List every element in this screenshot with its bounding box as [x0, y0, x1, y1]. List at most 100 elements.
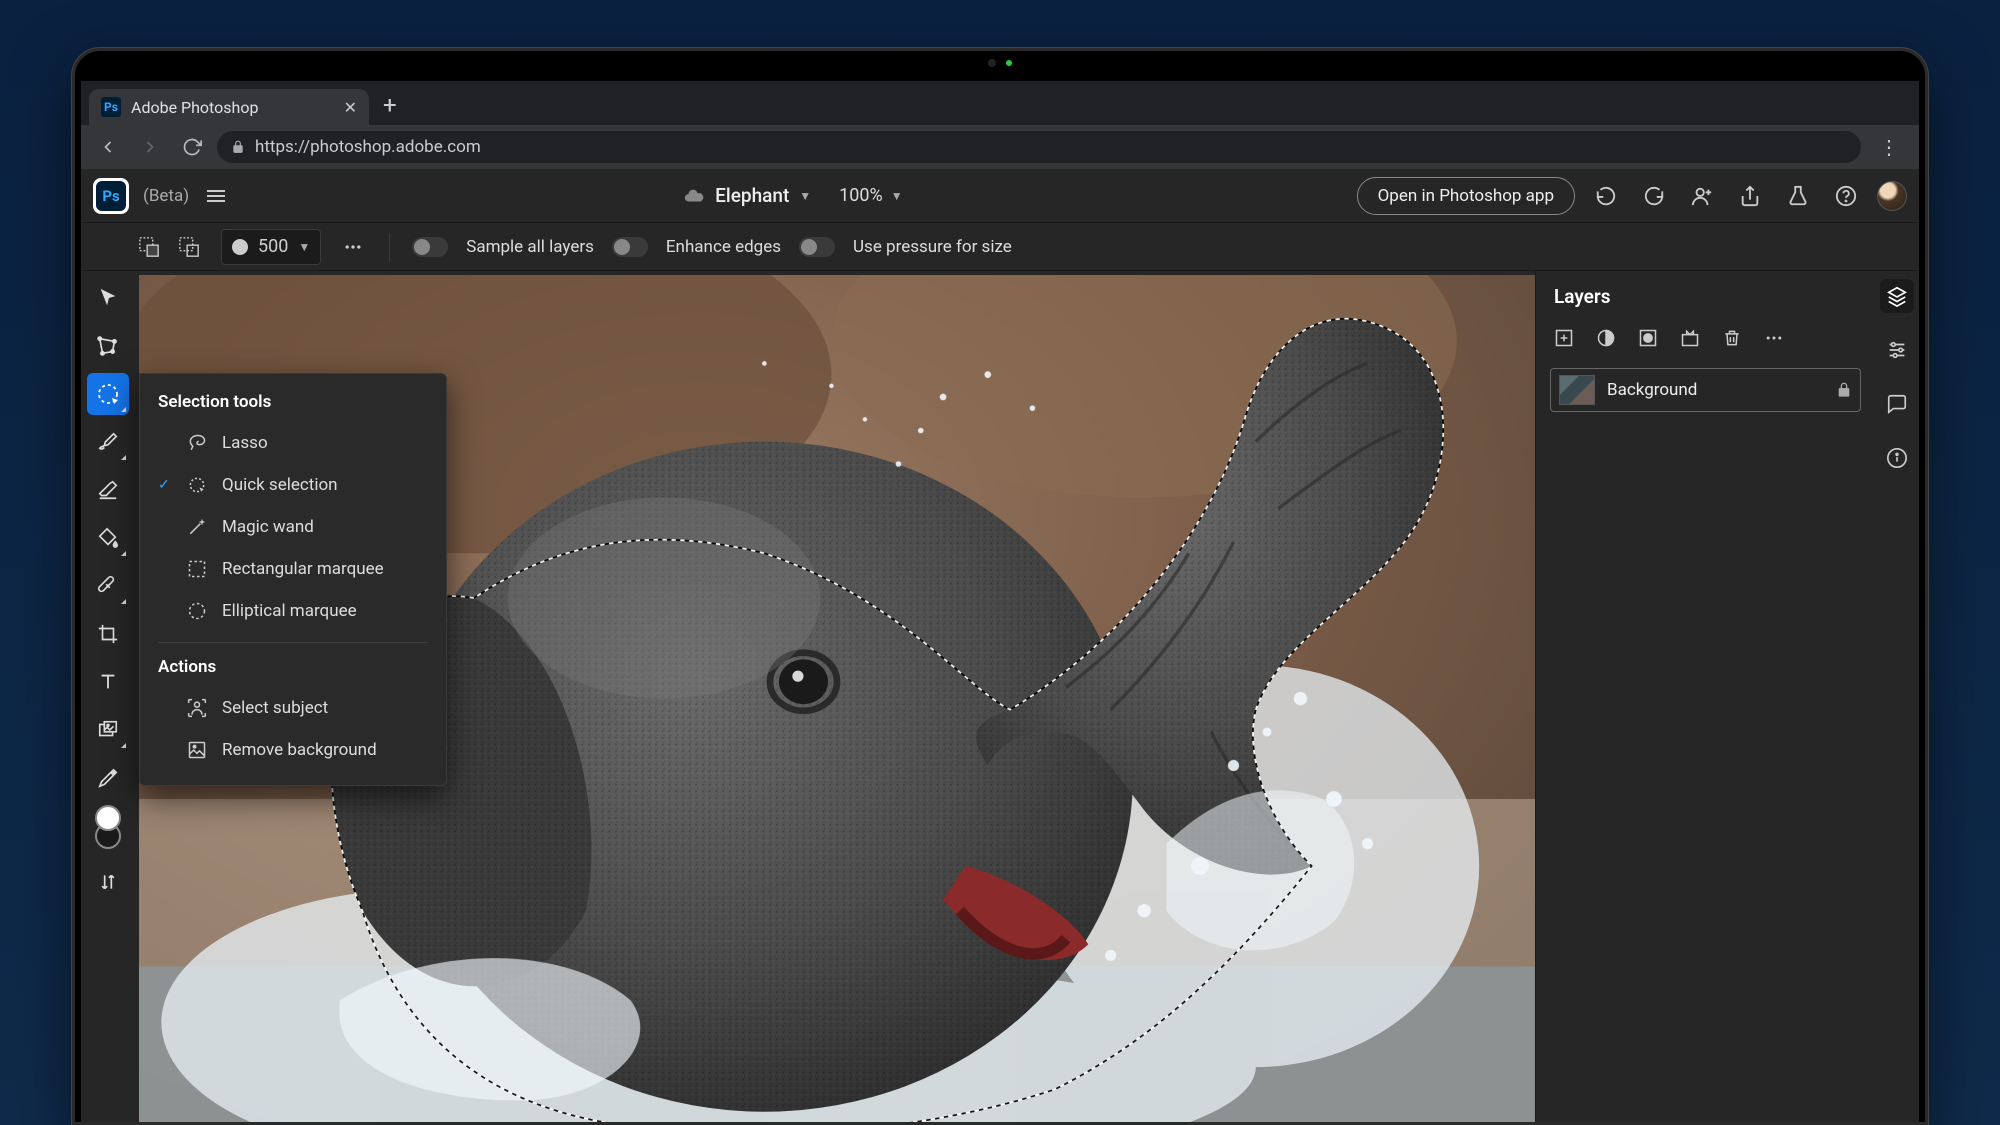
fill-tool[interactable]: [87, 517, 129, 559]
more-icon[interactable]: [1764, 328, 1784, 348]
zoom-dropdown[interactable]: 100% ▼: [839, 185, 902, 206]
place-image-tool[interactable]: [87, 709, 129, 751]
lock-icon[interactable]: [1836, 382, 1852, 398]
layer-item[interactable]: Background: [1550, 368, 1861, 412]
document-name: Elephant: [715, 184, 789, 207]
divider: [389, 233, 390, 261]
selection-tools-flyout: Selection tools Lasso ✓: [139, 373, 447, 786]
camera-bar: [75, 51, 1925, 75]
properties-icon[interactable]: [1880, 333, 1914, 367]
brush-preview-icon: [232, 239, 248, 255]
chevron-down-icon: ▼: [298, 240, 310, 254]
layers-panel-actions: [1536, 322, 1875, 364]
favicon-ps-icon: Ps: [101, 97, 121, 117]
more-options-icon[interactable]: [339, 233, 367, 261]
flyout-action-select-subject[interactable]: Select subject: [140, 687, 446, 729]
brush-tool[interactable]: [87, 421, 129, 463]
crop-tool[interactable]: [87, 613, 129, 655]
layers-icon[interactable]: [1880, 279, 1914, 313]
heal-tool[interactable]: [87, 565, 129, 607]
browser-toolbar: https://photoshop.adobe.com ⋮: [81, 125, 1919, 169]
add-selection-icon[interactable]: [135, 233, 163, 261]
hamburger-menu-icon[interactable]: [203, 183, 229, 209]
app-header: Ps (Beta) Elephant ▼ 100% ▼ Open in Phot…: [81, 169, 1919, 223]
flyout-item-label: Rectangular marquee: [222, 559, 384, 579]
brush-size-value: 500: [258, 236, 288, 257]
photoshop-logo[interactable]: Ps: [93, 178, 129, 214]
enhance-edges-toggle[interactable]: [612, 237, 648, 257]
remove-background-icon: [186, 739, 208, 761]
close-tab-icon[interactable]: ✕: [344, 98, 357, 117]
tool-flyout-indicator-icon: [121, 407, 126, 412]
cloud-icon: [683, 185, 705, 207]
nav-forward-icon[interactable]: [133, 130, 167, 164]
beaker-icon[interactable]: [1781, 179, 1815, 213]
browser-tab[interactable]: Ps Adobe Photoshop ✕: [89, 89, 369, 125]
lock-icon: [231, 140, 245, 154]
flyout-item-magic-wand[interactable]: Magic wand: [140, 506, 446, 548]
new-layer-icon[interactable]: [1554, 328, 1574, 348]
transform-tool[interactable]: [87, 325, 129, 367]
eraser-tool[interactable]: [87, 469, 129, 511]
browser-menu-icon[interactable]: ⋮: [1869, 135, 1909, 159]
info-icon[interactable]: [1880, 441, 1914, 475]
tab-title: Adobe Photoshop: [131, 98, 334, 117]
foreground-color[interactable]: [95, 805, 121, 831]
new-tab-button[interactable]: +: [369, 91, 411, 125]
content-row: Selection tools Lasso ✓: [81, 271, 1919, 1122]
laptop-frame: Ps Adobe Photoshop ✕ + https://photoshop…: [72, 48, 1928, 1125]
use-pressure-toggle[interactable]: [799, 237, 835, 257]
mask-icon[interactable]: [1638, 328, 1658, 348]
use-pressure-label: Use pressure for size: [853, 237, 1012, 257]
help-icon[interactable]: [1829, 179, 1863, 213]
flyout-item-rectangular-marquee[interactable]: Rectangular marquee: [140, 548, 446, 590]
open-in-app-button[interactable]: Open in Photoshop app: [1357, 177, 1575, 215]
text-tool[interactable]: [87, 661, 129, 703]
checkmark-icon: ✓: [158, 477, 172, 493]
browser-tab-strip: Ps Adobe Photoshop ✕ +: [81, 81, 1919, 125]
sample-all-layers-toggle[interactable]: [412, 237, 448, 257]
share-icon[interactable]: [1733, 179, 1767, 213]
flyout-action-label: Select subject: [222, 698, 328, 718]
flyout-separator: [158, 642, 428, 643]
enhance-edges-label: Enhance edges: [666, 237, 781, 257]
flyout-item-label: Lasso: [222, 433, 268, 453]
flyout-item-label: Elliptical marquee: [222, 601, 357, 621]
nav-back-icon[interactable]: [91, 130, 125, 164]
selection-tool[interactable]: Selection tools Lasso ✓: [87, 373, 129, 415]
flyout-item-lasso[interactable]: Lasso: [140, 422, 446, 464]
flyout-item-quick-selection[interactable]: ✓ Quick selection: [140, 464, 446, 506]
document-name-dropdown[interactable]: Elephant ▼: [683, 184, 811, 207]
options-bar: 500 ▼ Sample all layers Enhance edges Us…: [81, 223, 1919, 271]
zoom-value: 100%: [839, 185, 883, 206]
layer-name: Background: [1607, 380, 1824, 400]
adjustment-layer-icon[interactable]: [1596, 328, 1616, 348]
comments-icon[interactable]: [1880, 387, 1914, 421]
camera-led: [1006, 60, 1012, 66]
url-text: https://photoshop.adobe.com: [255, 137, 481, 157]
redo-icon[interactable]: [1637, 179, 1671, 213]
rectangular-marquee-icon: [186, 558, 208, 580]
flyout-section-title: Selection tools: [140, 388, 446, 422]
subtract-selection-icon[interactable]: [175, 233, 203, 261]
lasso-icon: [186, 432, 208, 454]
move-tool[interactable]: [87, 277, 129, 319]
screen: Ps Adobe Photoshop ✕ + https://photoshop…: [81, 81, 1919, 1122]
undo-icon[interactable]: [1589, 179, 1623, 213]
flyout-item-label: Magic wand: [222, 517, 314, 537]
address-bar[interactable]: https://photoshop.adobe.com: [217, 131, 1861, 163]
brush-size-dropdown[interactable]: 500 ▼: [221, 229, 321, 265]
user-avatar[interactable]: [1877, 181, 1907, 211]
flyout-item-elliptical-marquee[interactable]: Elliptical marquee: [140, 590, 446, 632]
swap-colors-icon[interactable]: [87, 861, 129, 903]
color-swatches[interactable]: [95, 805, 121, 849]
delete-layer-icon[interactable]: [1722, 328, 1742, 348]
nav-reload-icon[interactable]: [175, 130, 209, 164]
layer-thumbnail: [1559, 375, 1595, 405]
invite-icon[interactable]: [1685, 179, 1719, 213]
eyedropper-tool[interactable]: [87, 757, 129, 799]
sample-all-layers-label: Sample all layers: [466, 237, 594, 257]
flyout-action-remove-background[interactable]: Remove background: [140, 729, 446, 771]
magic-wand-icon: [186, 516, 208, 538]
clip-layer-icon[interactable]: [1680, 328, 1700, 348]
